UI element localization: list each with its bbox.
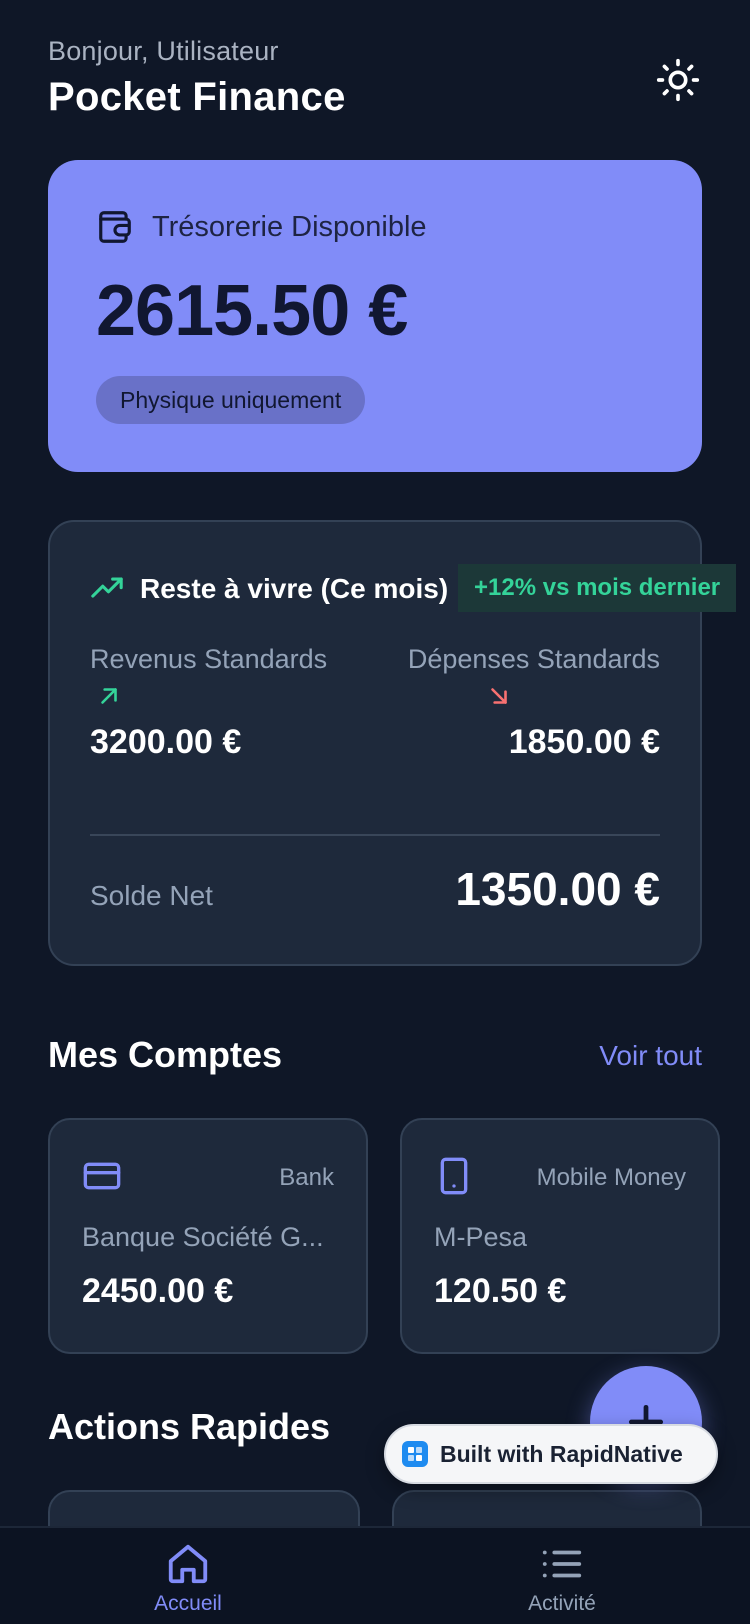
account-icon-wrap <box>82 1156 122 1201</box>
wallet-icon <box>99 211 131 243</box>
built-with-label: Built with RapidNative <box>440 1440 683 1467</box>
summary-title: Reste à vivre (Ce mois) <box>140 573 449 604</box>
account-card-bank[interactable]: Bank Banque Société G... 2450.00 € <box>48 1118 368 1354</box>
app-screen: Bonjour, Utilisateur Pocket Finance Trés… <box>0 0 750 1624</box>
credit-card-icon <box>83 1162 121 1190</box>
tab-label: Accueil <box>154 1592 222 1615</box>
account-type: Mobile Money <box>536 1164 686 1191</box>
built-with-badge[interactable]: Built with RapidNative <box>384 1424 718 1484</box>
balance-badge: Physique uniquement <box>96 376 366 424</box>
divider <box>90 834 660 836</box>
account-name: M-Pesa <box>434 1222 528 1252</box>
available-balance-card[interactable]: Trésorerie Disponible 2615.50 € Physique… <box>48 160 702 472</box>
monthly-summary-card: Reste à vivre (Ce mois) +12% vs mois der… <box>48 520 737 966</box>
app-title: Pocket Finance <box>48 75 346 119</box>
tab-accueil[interactable]: Accueil <box>88 1528 288 1624</box>
account-card-mobile-money[interactable]: Mobile Money M-Pesa 120.50 € <box>400 1118 720 1354</box>
trending-up-icon <box>91 577 123 598</box>
net-value: 1350.00 € <box>455 863 660 915</box>
balance-label-row: Trésorerie Disponible <box>96 208 427 246</box>
trend-badge: +12% vs mois dernier <box>458 564 737 612</box>
income-arrow <box>90 683 327 719</box>
tab-icon-wrap <box>539 1540 585 1588</box>
account-amount: 2450.00 € <box>82 1272 234 1310</box>
expense-column: Dépenses Standards 1850.00 € <box>408 644 660 762</box>
account-icon-wrap <box>434 1156 474 1201</box>
income-value: 3200.00 € <box>90 723 242 761</box>
expense-arrow <box>408 683 660 719</box>
bottom-tab-bar: Accueil Activité <box>0 1526 750 1624</box>
account-name: Banque Société G... <box>82 1222 324 1252</box>
net-label: Solde Net <box>90 880 213 911</box>
account-type: Bank <box>279 1164 334 1191</box>
tab-label: Activité <box>528 1592 596 1615</box>
theme-toggle-button[interactable] <box>654 56 702 104</box>
accounts-section-title: Mes Comptes <box>48 1034 283 1075</box>
arrow-down-right-icon <box>491 688 507 704</box>
balance-label: Trésorerie Disponible <box>152 210 427 243</box>
header: Bonjour, Utilisateur Pocket Finance <box>48 36 702 126</box>
home-icon <box>168 1544 208 1584</box>
expense-value: 1850.00 € <box>508 723 660 761</box>
income-column: Revenus Standards 3200.00 € <box>90 644 327 762</box>
tab-activite[interactable]: Activité <box>462 1528 662 1624</box>
arrow-up-right-icon <box>101 688 117 704</box>
balance-amount: 2615.50 € <box>96 271 408 351</box>
summary-header: Reste à vivre (Ce mois) <box>90 572 448 606</box>
account-amount: 120.50 € <box>434 1272 567 1310</box>
income-label: Revenus Standards <box>90 644 328 674</box>
see-all-link[interactable]: Voir tout <box>599 1040 702 1072</box>
greeting: Bonjour, Utilisateur <box>48 36 279 66</box>
list-icon <box>542 1550 582 1578</box>
sun-icon <box>656 58 700 102</box>
quick-actions-title: Actions Rapides <box>48 1406 331 1447</box>
tab-icon-wrap <box>165 1540 211 1588</box>
expense-label: Dépenses Standards <box>407 644 660 674</box>
smartphone-icon <box>440 1157 468 1195</box>
rapidnative-logo-icon <box>402 1441 428 1467</box>
